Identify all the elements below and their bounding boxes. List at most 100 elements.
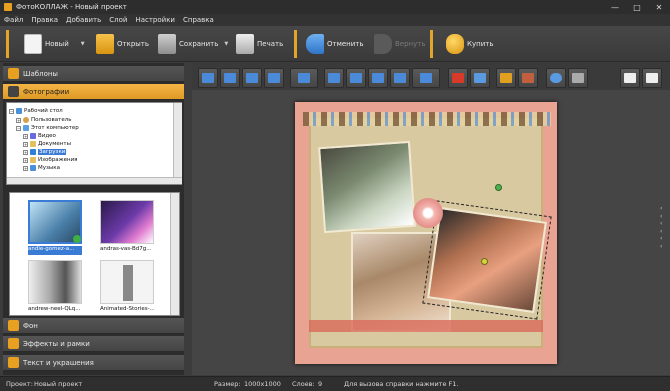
panel-text[interactable]: Текст и украшения	[3, 355, 184, 371]
status-layers: 9	[318, 380, 323, 388]
thumbnail-caption: andie-gomez-a...	[28, 246, 82, 255]
flip-vertical-icon	[394, 73, 406, 83]
tree-item-computer[interactable]: − Этот компьютер	[16, 124, 79, 132]
layer-front-icon	[202, 73, 214, 83]
send-back-button[interactable]	[264, 68, 284, 88]
side-collapse-arrows[interactable]: ‹ ‹ ‹ ‹ ‹ ‹	[660, 205, 666, 250]
save-button[interactable]: Сохранить ▼	[158, 31, 228, 57]
thumbnail-caption: Animated-Stories-...	[100, 306, 154, 312]
undo-button[interactable]: Отменить	[306, 31, 364, 57]
open-button[interactable]: Открыть	[96, 31, 149, 57]
tree-label: Видео	[38, 133, 56, 139]
folder-tree[interactable]: − Рабочий стол + Пользователь − Этот ком…	[6, 102, 182, 185]
photo-thumbnail-image	[100, 200, 154, 244]
decor-ribbon	[309, 320, 543, 332]
page-settings-button[interactable]	[642, 68, 662, 88]
close-button[interactable]: ✕	[648, 0, 670, 14]
expand-icon[interactable]: +	[16, 117, 21, 123]
rotate-left-button[interactable]	[324, 68, 344, 88]
flip-vertical-button[interactable]	[390, 68, 410, 88]
panel-effects[interactable]: Эффекты и рамки	[3, 336, 184, 352]
thumbnail-item[interactable]: andras-vas-Bd7g...	[100, 200, 154, 260]
collage-canvas[interactable]	[295, 102, 557, 364]
page-settings-icon	[646, 73, 658, 83]
menu-help[interactable]: Справка	[183, 16, 214, 24]
expand-icon[interactable]: +	[23, 149, 28, 155]
music-note-icon	[30, 165, 36, 171]
status-project: Новый проект	[34, 380, 83, 388]
tree-scrollbar[interactable]	[173, 103, 182, 177]
open-label: Открыть	[117, 40, 149, 48]
align-icon	[298, 73, 310, 83]
menu-layer[interactable]: Слой	[109, 16, 127, 24]
panel-photos[interactable]: Фотографии	[3, 84, 184, 100]
chevron-down-icon[interactable]: ▼	[81, 41, 85, 47]
collapse-icon[interactable]: −	[16, 125, 21, 131]
collapse-icon[interactable]: −	[9, 108, 14, 114]
new-button[interactable]: Новый ▼	[24, 31, 85, 57]
redo-button[interactable]: Вернуть	[374, 31, 425, 57]
send-backward-button[interactable]	[242, 68, 262, 88]
chevron-down-icon[interactable]: ▼	[224, 41, 228, 47]
effects-button[interactable]	[496, 68, 516, 88]
video-folder-icon	[30, 133, 36, 139]
menu-edit[interactable]: Правка	[31, 16, 58, 24]
crop-button[interactable]	[470, 68, 490, 88]
menu-add[interactable]: Добавить	[66, 16, 101, 24]
buy-button[interactable]: Купить	[446, 31, 493, 57]
expand-icon[interactable]: +	[23, 133, 28, 139]
menu-settings[interactable]: Настройки	[135, 16, 175, 24]
toolbar-separator	[294, 30, 297, 58]
menu-file[interactable]: Файл	[4, 16, 23, 24]
thumbnail-item[interactable]: Animated-Stories-...	[100, 260, 154, 320]
print-button[interactable]: Печать	[236, 31, 283, 57]
toolbar-separator	[6, 30, 9, 58]
thumbnail-item[interactable]: andrew-neel-QLq...	[28, 260, 82, 320]
align-dropdown[interactable]	[290, 68, 318, 88]
tree-label: Этот компьютер	[31, 125, 79, 131]
new-label: Новый	[45, 40, 69, 48]
collage-photo-man[interactable]	[318, 140, 416, 234]
filters-button[interactable]	[518, 68, 538, 88]
flip-horizontal-button[interactable]	[368, 68, 388, 88]
maximize-button[interactable]: □	[626, 0, 648, 14]
panel-background-label: Фон	[23, 321, 38, 330]
tree-label: Пользователь	[31, 117, 72, 123]
rotate-left-icon	[328, 73, 340, 83]
tree-item-downloads[interactable]: + Загрузки	[23, 148, 67, 156]
thumbnail-item[interactable]: andie-gomez-a...	[28, 200, 82, 260]
minimize-button[interactable]: —	[604, 0, 626, 14]
tree-item-desktop[interactable]: − Рабочий стол	[9, 107, 63, 115]
window-title: ФотоКОЛЛАЖ - Новый проект	[16, 3, 127, 11]
panel-templates[interactable]: Шаблоны	[3, 66, 184, 82]
thumbnails-scrollbar[interactable]	[170, 193, 179, 315]
status-layers-label: Слоев:	[292, 380, 315, 388]
tree-label: Изображения	[38, 157, 78, 163]
center-handle[interactable]	[481, 258, 488, 265]
redo-label: Вернуть	[395, 40, 426, 48]
tree-item-video[interactable]: + Видео	[23, 132, 56, 140]
floppy-disk-icon	[158, 34, 176, 54]
magic-wand-icon	[500, 73, 512, 83]
panel-background[interactable]: Фон	[3, 318, 184, 334]
tree-hscrollbar[interactable]	[7, 177, 182, 184]
size-dropdown[interactable]	[412, 68, 440, 88]
bring-front-button[interactable]	[198, 68, 218, 88]
bring-forward-button[interactable]	[220, 68, 240, 88]
main-toolbar: Новый ▼ Открыть Сохранить ▼ Печать Отмен…	[0, 26, 670, 62]
download-arrow-icon	[30, 149, 36, 155]
lock-button[interactable]	[568, 68, 588, 88]
tree-item-user[interactable]: + Пользователь	[16, 116, 72, 124]
expand-icon[interactable]: +	[23, 165, 28, 171]
expand-icon[interactable]: +	[23, 141, 28, 147]
settings-button[interactable]	[546, 68, 566, 88]
add-page-button[interactable]	[620, 68, 640, 88]
tree-item-documents[interactable]: + Документы	[23, 140, 71, 148]
tree-label: Рабочий стол	[24, 108, 63, 114]
rotate-handle[interactable]	[495, 184, 502, 191]
expand-icon[interactable]: +	[23, 157, 28, 163]
tree-item-images[interactable]: + Изображения	[23, 156, 77, 164]
rotate-right-button[interactable]	[346, 68, 366, 88]
delete-button[interactable]	[448, 68, 468, 88]
tree-item-music[interactable]: + Музыка	[23, 164, 60, 172]
